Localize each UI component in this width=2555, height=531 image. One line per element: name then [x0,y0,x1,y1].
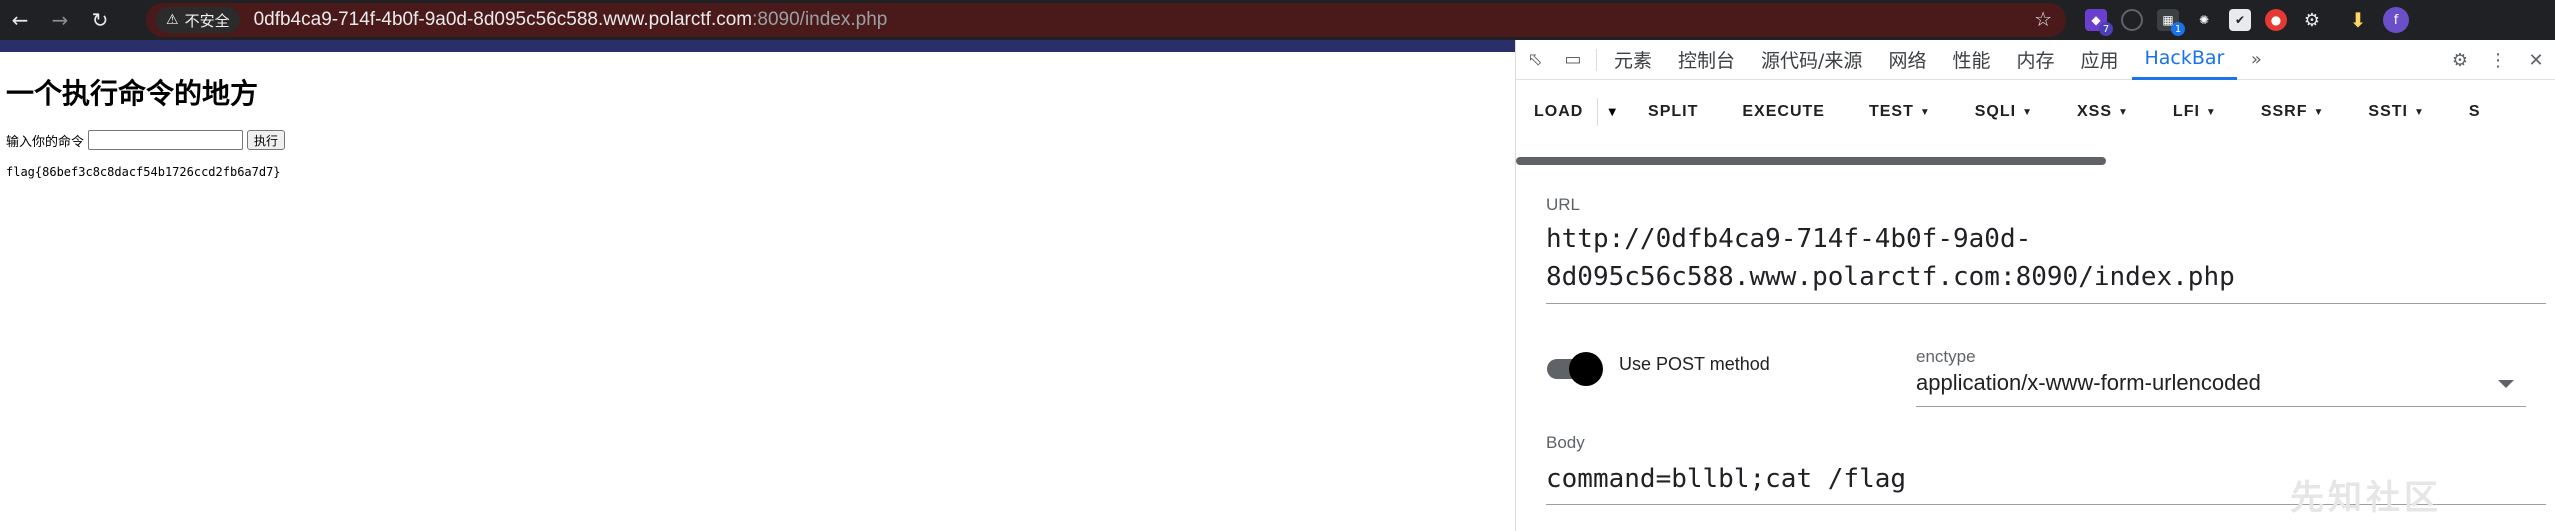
test-menu[interactable]: TEST ▼ [1847,103,1953,121]
overflow-label: S [2468,103,2481,120]
split-label: SPLIT [1648,103,1699,120]
overflow-menu[interactable]: S [2447,103,2503,121]
hackbar-toolbar: LOAD ▼ SPLIT EXECUTE TEST ▼ SQLI ▼ XSS ▼ LF… [1516,80,2555,144]
enctype-select[interactable]: application/x-www-form-urlencoded [1916,370,2261,396]
url-line-2: 8d095c56c588.www.polarctf.com:8090/index… [1546,262,2235,292]
more-tabs-icon[interactable]: » [2237,40,2275,80]
ssti-label: SSTI [2368,103,2408,120]
body-field[interactable]: command=bllbl;cat /flag [1546,460,1906,498]
url-path: :8090/index.php [752,9,888,30]
warning-icon: ⚠ [166,12,179,28]
xss-label: XSS [2077,103,2113,120]
lfi-label: LFI [2172,103,2200,120]
caret-down-icon: ▼ [2118,106,2129,118]
back-arrow-icon[interactable]: ← [0,0,40,40]
devtools-actions: ⚙ ⋮ ✕ [2441,40,2555,80]
page-content: 一个执行命令的地方 输入你的命令 执行 flag{86bef3c8c8dacf5… [0,52,1515,531]
avatar[interactable]: f [2383,7,2409,33]
url-host: 0dfb4ca9-714f-4b0f-9a0d-8d095c56c588.www… [253,9,753,30]
extension-icon[interactable]: ✺ [2193,9,2215,31]
enctype-underline [1916,406,2526,407]
tab-performance[interactable]: 性能 [1939,40,2003,80]
post-method-label: Use POST method [1619,354,1770,374]
execute-hackbar-button[interactable]: EXECUTE [1720,103,1847,121]
command-label: 输入你的命令 [6,134,85,150]
tab-application[interactable]: 应用 [2067,40,2131,80]
load-dropdown-icon[interactable]: ▼ [1597,98,1626,126]
sqli-label: SQLI [1974,103,2017,120]
tab-console[interactable]: 控制台 [1665,40,1748,80]
post-method-toggle[interactable] [1547,351,1603,386]
caret-down-icon: ▼ [2313,106,2325,118]
extensions-area: ◆ 7 ▦ 1 ✺ ✔ ● ⚙ ⬇ f [2085,0,2409,40]
extension-badge: 1 [2171,22,2185,36]
extension-icon[interactable]: ◆ 7 [2085,9,2113,36]
test-label: TEST [1868,103,1914,120]
caret-down-icon: ▼ [2205,106,2217,118]
caret-down-icon: ▼ [2413,106,2425,118]
watermark: 先知社区 [2290,478,2442,518]
caret-down-icon: ▼ [2022,106,2033,118]
load-button[interactable]: LOAD [1530,103,1597,121]
caret-down-icon: ▼ [1919,106,1931,118]
tab-hackbar[interactable]: HackBar [2131,40,2238,80]
page-top-strip [0,40,1515,52]
url-field-label: URL [1546,195,1581,214]
url-field[interactable]: http://0dfb4ca9-714f-4b0f-9a0d- 8d095c56… [1546,220,2235,296]
url-underline [1546,303,2546,304]
split-button[interactable]: SPLIT [1626,103,1720,121]
page-title: 一个执行命令的地方 [6,77,259,110]
toggle-knob [1569,352,1603,386]
sqli-menu[interactable]: SQLI ▼ [1953,103,2055,121]
url-text[interactable]: 0dfb4ca9-714f-4b0f-9a0d-8d095c56c588.www… [254,9,888,31]
tab-network[interactable]: 网络 [1875,40,1939,80]
command-output: flag{86bef3c8c8dacf54b1726ccd2fb6a7d7} [6,165,281,179]
extension-icon[interactable]: ● [2265,9,2287,31]
extension-icon[interactable]: ✔ [2229,9,2251,31]
tab-separator [1596,48,1597,71]
enctype-label: enctype [1916,347,1976,366]
execute-button[interactable]: 执行 [247,130,286,150]
close-icon[interactable]: ✕ [2517,40,2555,80]
address-bar[interactable]: ⚠ 不安全 0dfb4ca9-714f-4b0f-9a0d-8d095c56c5… [146,3,2066,37]
security-chip[interactable]: ⚠ 不安全 [156,7,240,33]
lfi-menu[interactable]: LFI ▼ [2151,103,2239,121]
reload-icon[interactable]: ↻ [80,0,120,40]
extension-icon[interactable]: ▦ 1 [2157,9,2185,36]
devtools-panel: ⬁ ▭ 元素 控制台 源代码/来源 网络 性能 内存 应用 HackBar » … [1515,40,2555,531]
tab-sources[interactable]: 源代码/来源 [1748,40,1875,80]
forward-arrow-icon[interactable]: → [40,0,80,40]
kebab-menu-icon[interactable]: ⋮ [2479,40,2517,80]
download-icon[interactable]: ⬇ [2347,8,2369,32]
bookmark-star-icon[interactable]: ☆ [2034,7,2052,31]
xss-menu[interactable]: XSS ▼ [2055,103,2151,121]
command-form: 输入你的命令 执行 [6,130,286,150]
extension-icon[interactable] [2121,9,2143,31]
ssrf-label: SSRF [2260,103,2308,120]
devtools-tabbar: ⬁ ▭ 元素 控制台 源代码/来源 网络 性能 内存 应用 HackBar » … [1516,40,2555,80]
browser-toolbar: ← → ↻ ⚠ 不安全 0dfb4ca9-714f-4b0f-9a0d-8d09… [0,0,2555,40]
device-toolbar-icon[interactable]: ▭ [1554,40,1592,80]
extension-badge: 7 [2099,22,2113,36]
body-field-label: Body [1546,433,1585,452]
puzzle-icon[interactable]: ⚙ [2301,9,2323,31]
gear-icon[interactable]: ⚙ [2441,40,2479,80]
execute-label: EXECUTE [1742,103,1825,120]
security-label: 不安全 [184,11,230,30]
command-input[interactable] [88,130,244,150]
inspect-icon[interactable]: ⬁ [1516,40,1554,80]
ssrf-menu[interactable]: SSRF ▼ [2239,103,2347,121]
tab-elements[interactable]: 元素 [1601,40,1665,80]
ssti-menu[interactable]: SSTI ▼ [2346,103,2446,121]
hackbar-scrollbar[interactable] [1516,157,2106,165]
url-line-1: http://0dfb4ca9-714f-4b0f-9a0d- [1546,224,2032,254]
tab-memory[interactable]: 内存 [2003,40,2067,80]
load-label: LOAD [1534,103,1584,120]
chevron-down-icon[interactable] [2498,380,2514,388]
